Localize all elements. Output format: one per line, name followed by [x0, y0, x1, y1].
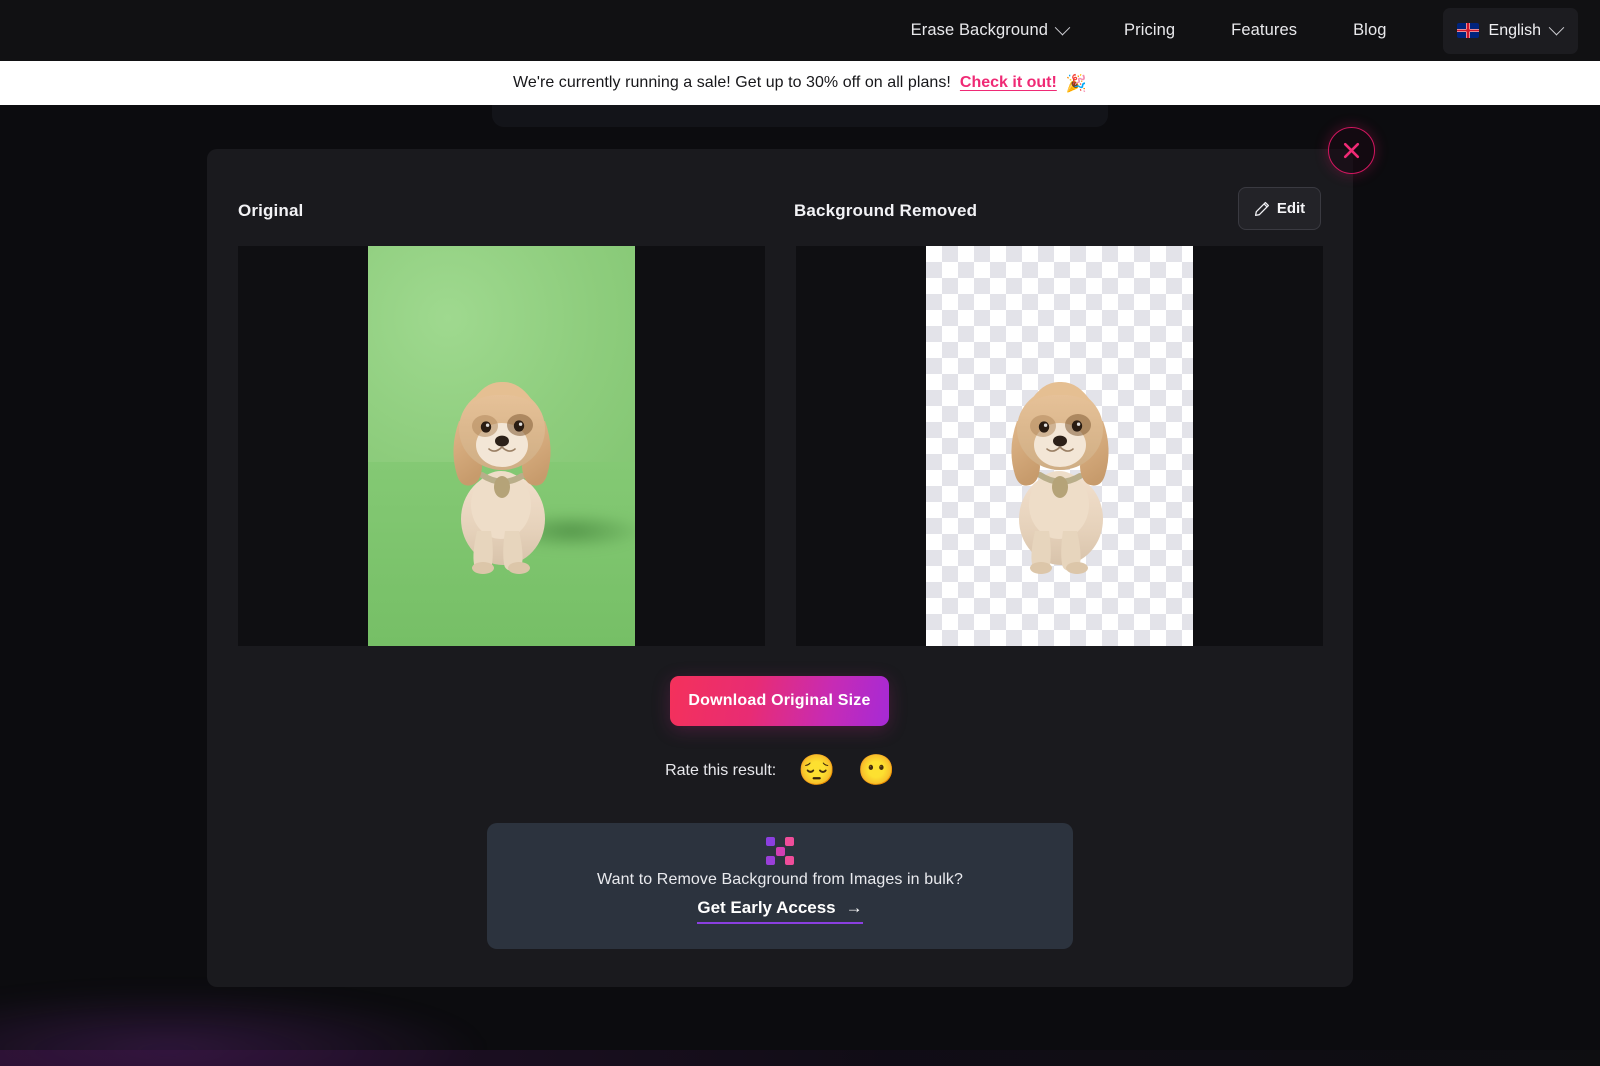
- bulk-promo-card: Want to Remove Background from Images in…: [487, 823, 1073, 949]
- close-modal-button[interactable]: [1328, 127, 1375, 174]
- language-selector-label: English: [1488, 21, 1541, 39]
- sale-banner-text: We're currently running a sale! Get up t…: [513, 74, 951, 91]
- get-early-access-link[interactable]: Get Early Access →: [697, 898, 863, 924]
- edit-button-label: Edit: [1276, 200, 1306, 217]
- nav-item-blog-label: Blog: [1353, 21, 1387, 39]
- dog-illustration: [452, 381, 551, 574]
- get-early-access-label: Get Early Access: [697, 898, 836, 917]
- nav-item-pricing-label: Pricing: [1124, 21, 1176, 39]
- background-removed-image-panel: [796, 246, 1323, 646]
- nav-item-erase-background-label: Erase Background: [910, 21, 1049, 39]
- pencil-icon: [1254, 201, 1269, 216]
- result-modal: Original Background Removed Edit Downloa…: [207, 149, 1353, 987]
- sale-banner-link[interactable]: Check it out!: [960, 74, 1057, 92]
- nav-links: Erase Background Pricing Features Blog E…: [911, 0, 1600, 61]
- transparency-checkerboard: [926, 246, 1193, 646]
- dog-subject-cutout: [985, 369, 1135, 574]
- nav-item-features[interactable]: Features: [1231, 21, 1297, 40]
- rate-result-row: Rate this result: 😔 😶: [207, 756, 1353, 786]
- app-root: Erase Background Pricing Features Blog E…: [0, 0, 1600, 1066]
- nav-item-blog[interactable]: Blog: [1353, 21, 1386, 40]
- nav-item-erase-background[interactable]: Erase Background: [910, 19, 1071, 40]
- party-popper-icon: 🎉: [1065, 73, 1087, 93]
- uk-flag-icon: [1456, 23, 1479, 38]
- background-removed-heading: Background Removed: [794, 201, 978, 220]
- close-x-icon: [1343, 142, 1360, 159]
- edit-button[interactable]: Edit: [1238, 187, 1321, 230]
- nav-item-features-label: Features: [1231, 21, 1298, 39]
- dog-illustration-cutout: [1010, 381, 1109, 574]
- language-selector[interactable]: English: [1442, 7, 1578, 54]
- background-card-peek: [492, 105, 1108, 127]
- bulk-promo-text: Want to Remove Background from Images in…: [597, 871, 963, 888]
- chevron-down-icon: [1054, 19, 1071, 36]
- chevron-down-icon: [1548, 19, 1565, 36]
- pixel-x-logo-icon: [766, 837, 794, 865]
- top-navbar: Erase Background Pricing Features Blog E…: [0, 0, 1600, 61]
- decorative-bottom-rail: [0, 1050, 1600, 1066]
- nav-item-pricing[interactable]: Pricing: [1124, 21, 1175, 40]
- dog-subject: [427, 369, 577, 574]
- rate-result-label: Rate this result:: [665, 762, 777, 779]
- arrow-right-icon: →: [845, 898, 863, 917]
- download-original-size-button[interactable]: Download Original Size: [670, 676, 889, 726]
- original-image: [368, 246, 635, 646]
- sale-banner: We're currently running a sale! Get up t…: [0, 61, 1600, 105]
- download-button-label: Download Original Size: [688, 692, 871, 709]
- original-heading: Original: [238, 201, 304, 220]
- rate-neutral-button[interactable]: 😶: [858, 756, 895, 786]
- rate-sad-button[interactable]: 😔: [798, 756, 835, 786]
- original-image-panel: [238, 246, 765, 646]
